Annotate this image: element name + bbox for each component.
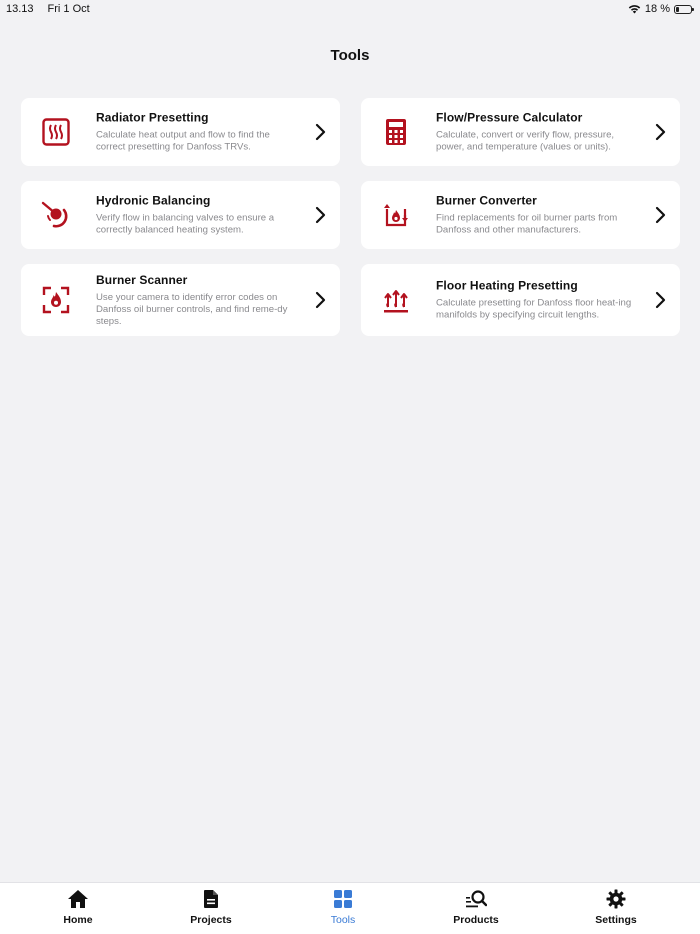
page-title: Tools [330,47,370,64]
chevron-right-icon [655,206,666,224]
grid-icon [334,890,352,908]
tool-card-radiator-presetting[interactable]: Radiator Presetting Calculate heat outpu… [21,98,340,166]
chevron-right-icon [315,206,326,224]
search-list-icon [466,890,487,908]
tool-description: Verify flow in balancing valves to ensur… [96,212,275,236]
tool-description: Calculate heat output and flow to find t… [96,129,270,153]
tab-settings[interactable]: Settings [576,889,656,926]
tab-label: Tools [330,914,356,926]
tab-label: Settings [595,914,637,926]
radiator-icon [41,117,71,147]
tab-products[interactable]: Products [436,889,516,926]
flame-scan-icon [41,285,71,315]
tool-title: Burner Scanner [96,272,188,287]
tool-title: Burner Converter [436,193,537,208]
battery-percent: 18 % [644,3,670,15]
status-time: 13.13 [6,3,34,15]
tab-label: Home [63,914,93,926]
tool-card-flow-pressure-calculator[interactable]: Flow/Pressure Calculator Calculate, conv… [361,98,680,166]
tool-title: Radiator Presetting [96,110,209,125]
tool-card-floor-heating-presetting[interactable]: Floor Heating Presetting Calculate prese… [361,264,680,336]
floor-heating-icon [381,285,411,315]
tool-description: Calculate, convert or verify flow, press… [436,129,615,153]
tool-title: Floor Heating Presetting [436,278,578,293]
battery-level [676,6,679,12]
chevron-right-icon [655,291,666,309]
tab-projects[interactable]: Projects [171,889,251,926]
document-icon [204,890,218,908]
tool-card-hydronic-balancing[interactable]: Hydronic Balancing Verify flow in balanc… [21,181,340,249]
chevron-right-icon [315,291,326,309]
battery-icon [674,4,694,14]
chevron-right-icon [655,123,666,141]
wifi-icon [628,5,641,14]
balancing-valve-icon [41,200,71,230]
tools-grid: Radiator Presetting Calculate heat outpu… [21,98,680,336]
gear-icon [606,889,626,909]
tool-description: Calculate presetting for Danfoss floor h… [436,297,632,321]
tool-card-burner-converter[interactable]: Burner Converter Find replacements for o… [361,181,680,249]
tab-bar: Home Projects Tools Products Settings [0,882,700,934]
home-icon [68,890,88,908]
status-date: Fri 1 Oct [47,3,90,15]
tool-card-burner-scanner[interactable]: Burner Scanner Use your camera to identi… [21,264,340,336]
tool-description: Use your camera to identify error codes … [96,291,288,327]
tool-title: Flow/Pressure Calculator [436,110,583,125]
tool-description: Find replacements for oil burner parts f… [436,212,618,236]
calculator-icon [381,117,411,147]
tab-home[interactable]: Home [38,889,118,926]
burner-convert-icon [381,200,411,230]
status-bar: 13.13 Fri 1 Oct 18 % [0,0,700,18]
tab-label: Products [453,914,499,926]
tool-title: Hydronic Balancing [96,193,211,208]
chevron-right-icon [315,123,326,141]
tab-tools[interactable]: Tools [303,889,383,926]
tab-label: Projects [190,914,232,926]
